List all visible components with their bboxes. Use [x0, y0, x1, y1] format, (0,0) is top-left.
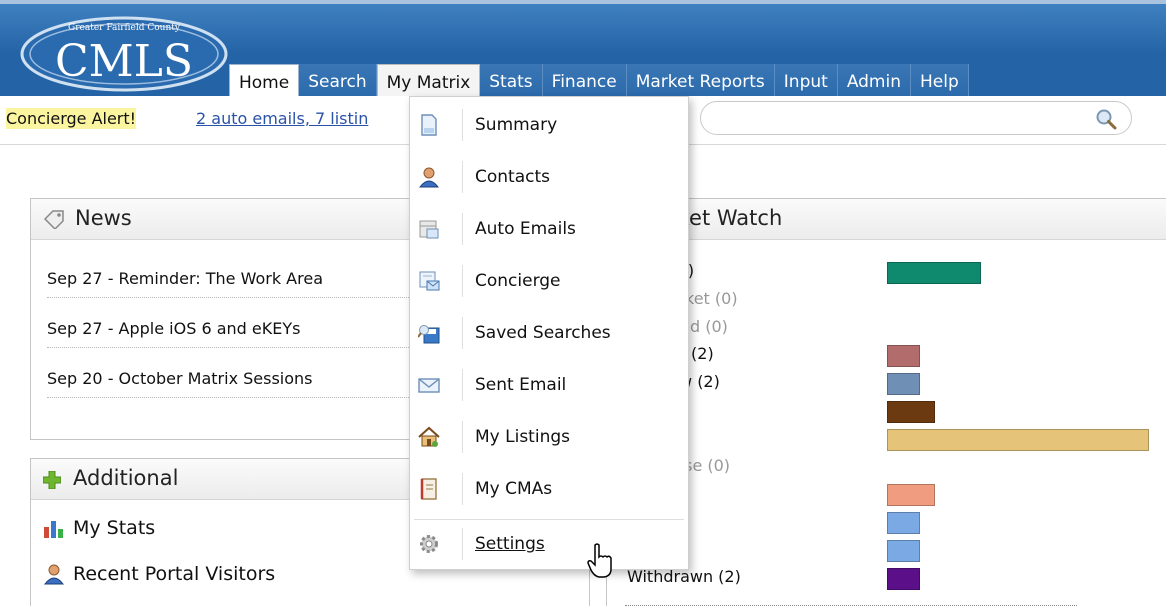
tab-finance[interactable]: Finance	[542, 64, 627, 100]
market-watch-bar[interactable]	[887, 484, 935, 507]
plus-icon	[43, 471, 61, 489]
tab-home[interactable]: Home	[229, 64, 300, 100]
menu-separator	[462, 213, 463, 245]
menu-separator	[462, 528, 463, 560]
menu-item-label: Settings	[475, 534, 545, 554]
menu-item-contacts[interactable]: Contacts	[410, 153, 688, 201]
news-item[interactable]: Sep 20 - October Matrix Sessions	[47, 369, 427, 398]
document-icon	[421, 114, 437, 136]
my-matrix-dropdown-menu: Summary Contacts Auto Emails Concierge S…	[409, 96, 689, 570]
tab-market-reports[interactable]: Market Reports	[626, 64, 775, 100]
menu-separator	[462, 317, 463, 349]
menu-separator	[462, 369, 463, 401]
bar-chart-icon	[44, 521, 63, 538]
main-tabs: Home Search My Matrix Stats Finance Mark…	[229, 62, 969, 100]
tab-admin[interactable]: Admin	[837, 64, 911, 100]
market-watch-panel: rket Watch sting (6)On Market (0)ncrease…	[606, 198, 1166, 606]
notebook-icon	[420, 478, 437, 500]
news-title: News	[75, 206, 132, 230]
quick-search-input[interactable]	[700, 101, 1132, 135]
top-navigation-bar: Greater Fairfield County CMLS Home Searc…	[0, 0, 1166, 100]
news-item[interactable]: Sep 27 - Reminder: The Work Area	[47, 269, 427, 298]
menu-item-settings[interactable]: Settings	[410, 520, 688, 568]
person-icon	[418, 167, 440, 188]
envelope-icon	[418, 378, 440, 393]
recent-portal-visitors-link[interactable]: Recent Portal Visitors	[43, 563, 275, 585]
menu-separator	[462, 473, 463, 505]
concierge-alert-label: Concierge Alert!	[6, 108, 137, 129]
menu-item-label: Auto Emails	[475, 219, 576, 239]
menu-item-saved-searches[interactable]: Saved Searches	[410, 309, 688, 357]
logo-subtitle: Greater Fairfield County	[68, 23, 181, 33]
menu-item-label: My Listings	[475, 427, 570, 447]
market-watch-bar[interactable]	[887, 345, 920, 368]
calendar-mail-icon	[419, 220, 439, 239]
menu-separator	[462, 421, 463, 453]
market-watch-bar[interactable]	[887, 262, 981, 284]
hand-cursor-icon	[587, 543, 612, 578]
market-watch-bar[interactable]	[887, 567, 920, 590]
menu-item-label: Concierge	[475, 271, 561, 291]
market-watch-bar[interactable]	[887, 428, 1149, 451]
gear-icon	[420, 535, 438, 553]
tab-my-matrix[interactable]: My Matrix	[376, 64, 481, 100]
market-watch-bar[interactable]	[887, 373, 920, 396]
tab-search[interactable]: Search	[299, 64, 377, 100]
menu-item-my-listings[interactable]: My Listings	[410, 413, 688, 461]
market-watch-bar[interactable]	[887, 540, 920, 562]
menu-item-summary[interactable]: Summary	[410, 101, 688, 149]
my-stats-link[interactable]: My Stats	[43, 517, 155, 539]
search-icon[interactable]	[1095, 108, 1117, 130]
concierge-alert-link[interactable]: 2 auto emails, 7 listin	[196, 109, 368, 128]
person-icon	[43, 564, 65, 585]
menu-item-auto-emails[interactable]: Auto Emails	[410, 205, 688, 253]
menu-item-concierge[interactable]: Concierge	[410, 257, 688, 305]
market-watch-bar[interactable]	[887, 512, 920, 535]
concierge-mail-icon	[419, 271, 440, 291]
market-watch-header: rket Watch	[607, 199, 1166, 240]
menu-item-sent-email[interactable]: Sent Email	[410, 361, 688, 409]
menu-separator	[462, 109, 463, 141]
tab-input[interactable]: Input	[774, 64, 838, 100]
tag-icon	[43, 210, 64, 229]
menu-item-label: Saved Searches	[475, 323, 611, 343]
market-watch-bar[interactable]	[887, 401, 935, 423]
house-icon	[418, 426, 440, 447]
tab-stats[interactable]: Stats	[480, 64, 543, 100]
menu-item-label: Contacts	[475, 167, 550, 187]
saved-search-icon	[418, 325, 440, 344]
cmls-logo[interactable]: Greater Fairfield County CMLS	[18, 12, 230, 94]
my-stats-label: My Stats	[73, 517, 156, 539]
menu-item-my-cmas[interactable]: My CMAs	[410, 465, 688, 513]
menu-item-label: My CMAs	[475, 479, 553, 499]
additional-title: Additional	[73, 466, 179, 490]
logo-text: CMLS	[55, 36, 193, 87]
tab-help[interactable]: Help	[911, 64, 969, 100]
news-item[interactable]: Sep 27 - Apple iOS 6 and eKEYs	[47, 319, 427, 348]
recent-portal-visitors-label: Recent Portal Visitors	[73, 563, 276, 585]
menu-item-label: Sent Email	[475, 375, 567, 395]
menu-separator	[462, 265, 463, 297]
menu-item-label: Summary	[475, 115, 558, 135]
menu-separator	[462, 161, 463, 193]
